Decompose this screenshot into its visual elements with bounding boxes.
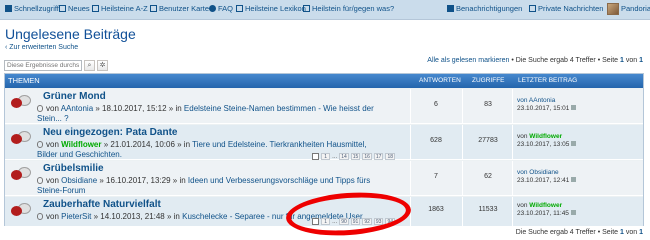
nav-benachrichtigungen[interactable]: Benachrichtigungen xyxy=(447,4,522,13)
top-meta: Alle als gelesen markieren • Die Suche e… xyxy=(427,57,643,64)
external-link-icon xyxy=(150,5,157,12)
attachment-icon xyxy=(37,177,43,184)
forum-link-cont[interactable]: Bilder und Geschichten. xyxy=(37,150,122,159)
header-zugriffe: ZUGRIFFE xyxy=(472,77,505,84)
topic-title-link[interactable]: Zauberhafte Naturvielfalt xyxy=(43,199,161,210)
last-post-author-link[interactable]: von Obsidiane xyxy=(517,169,559,176)
goto-last-post-icon[interactable] xyxy=(571,177,577,182)
nav-neues[interactable]: Neues xyxy=(59,4,90,13)
external-link-icon xyxy=(92,5,99,12)
topic-row: Grübelsmilie von Obsidiane » 16.10.2017,… xyxy=(5,161,643,196)
search-icon: ⌕ xyxy=(87,62,92,69)
topic-row: Neu eingezogen: Pata Dante von Wildflowe… xyxy=(5,125,643,160)
page-link[interactable]: 18 xyxy=(385,153,395,160)
attachment-icon xyxy=(37,213,43,220)
last-post-author-link[interactable]: Wildflower xyxy=(529,202,562,209)
topics-header: THEMEN ANTWORTEN ZUGRIFFE LETZTER BEITRA… xyxy=(5,74,643,88)
nav-private-nachrichten[interactable]: Private Nachrichten xyxy=(529,4,603,13)
bottom-meta: Die Suche ergab 4 Treffer • Seite 1 von … xyxy=(515,229,643,236)
forum-link[interactable]: Ideen und Verbesserungsvorschläge und Ti… xyxy=(188,176,370,185)
author-link[interactable]: AAntonia xyxy=(61,104,93,113)
replies-count: 6 xyxy=(434,101,438,108)
last-post: von Wildflower 23.10.2017, 11:45 xyxy=(517,202,576,218)
search-button[interactable]: ⌕ xyxy=(84,60,95,71)
nav-user-menu[interactable]: Pandoria xyxy=(621,4,650,13)
mark-all-read-link[interactable]: Alle als gelesen markieren xyxy=(427,57,509,64)
page-link[interactable]: 1 xyxy=(321,153,331,160)
last-post-author-link[interactable]: von AAntonia xyxy=(517,97,555,104)
views-count: 27783 xyxy=(478,137,498,144)
external-link-icon xyxy=(303,5,310,12)
attachment-icon xyxy=(37,105,43,112)
pages-icon xyxy=(312,153,320,160)
author-link[interactable]: Obsidiane xyxy=(61,176,97,185)
goto-last-post-icon[interactable] xyxy=(570,210,576,215)
gear-icon: ✲ xyxy=(99,62,106,69)
bell-icon xyxy=(447,5,454,12)
external-link-icon xyxy=(59,5,66,12)
attachment-icon xyxy=(37,141,43,148)
page-title: Ungelesene Beiträge xyxy=(5,26,136,42)
forum-link[interactable]: Tiere und Edelsteine. Tierkrankheiten Ha… xyxy=(192,140,366,149)
inbox-icon xyxy=(529,5,536,12)
help-icon xyxy=(209,5,216,12)
page-link[interactable]: 17 xyxy=(373,153,384,160)
forum-link-cont[interactable]: Steine-Forum xyxy=(37,186,85,195)
top-navbar: Schnellzugriff Neues Heilsteine A-Z Benu… xyxy=(0,0,650,20)
replies-count: 7 xyxy=(434,173,438,180)
author-link[interactable]: PieterSit xyxy=(61,212,91,221)
topic-title-link[interactable]: Neu eingezogen: Pata Dante xyxy=(43,127,177,138)
topic-title-link[interactable]: Grüner Mond xyxy=(43,91,106,102)
goto-last-post-icon[interactable] xyxy=(571,141,577,146)
unread-topic-icon xyxy=(11,95,31,110)
replies-count: 628 xyxy=(430,137,442,144)
replies-count: 1863 xyxy=(428,206,444,213)
views-count: 11533 xyxy=(478,206,498,213)
avatar[interactable] xyxy=(607,3,619,15)
author-link[interactable]: Wildflower xyxy=(61,140,101,149)
last-post-author-link[interactable]: Wildflower xyxy=(529,133,562,140)
header-themen: THEMEN xyxy=(8,76,40,85)
search-results-input[interactable] xyxy=(4,60,82,71)
nav-heilstein-fuer-gegen[interactable]: Heilstein für/gegen was? xyxy=(303,4,394,13)
nav-heilsteine-lexikon[interactable]: Heilsteine Lexikon xyxy=(236,4,306,13)
external-link-icon xyxy=(236,5,243,12)
header-antworten: ANTWORTEN xyxy=(419,77,461,84)
last-post: von Obsidiane 23.10.2017, 12:41 xyxy=(517,169,577,185)
nav-heilsteine-az[interactable]: Heilsteine A-Z xyxy=(92,4,148,13)
page-link[interactable]: 16 xyxy=(362,153,372,160)
views-count: 83 xyxy=(484,101,492,108)
nav-schnellzugriff[interactable]: Schnellzugriff xyxy=(5,4,59,13)
topic-title-link[interactable]: Grübelsmilie xyxy=(43,163,104,174)
menu-icon xyxy=(5,5,12,12)
page-link[interactable]: 14 xyxy=(339,153,349,160)
forum-link-cont[interactable]: Stein... ? xyxy=(37,114,69,123)
page-link[interactable]: 15 xyxy=(350,153,361,160)
settings-button[interactable]: ✲ xyxy=(97,60,108,71)
forum-link[interactable]: Edelsteine Steine-Namen bestimmen - Wie … xyxy=(184,104,374,113)
topic-pagination: 1 ... 14 15 16 17 18 xyxy=(312,153,395,160)
nav-benutzer-karte[interactable]: Benutzer Karte xyxy=(150,4,209,13)
unread-topic-icon xyxy=(11,131,31,146)
last-post: von AAntonia 23.10.2017, 15:01 xyxy=(517,97,577,113)
topic-row: Grüner Mond von AAntonia » 18.10.2017, 1… xyxy=(5,89,643,124)
unread-topic-icon xyxy=(11,167,31,182)
last-post: von Wildflower 23.10.2017, 13:05 xyxy=(517,133,577,149)
goto-last-post-icon[interactable] xyxy=(571,105,577,110)
unread-topic-icon xyxy=(11,203,31,218)
header-letzter-beitrag: LETZTER BEITRAG xyxy=(518,77,578,84)
nav-faq[interactable]: FAQ xyxy=(209,4,233,13)
views-count: 62 xyxy=(484,173,492,180)
back-to-advanced-search-link[interactable]: ‹ Zur erweiterten Suche xyxy=(5,44,78,51)
